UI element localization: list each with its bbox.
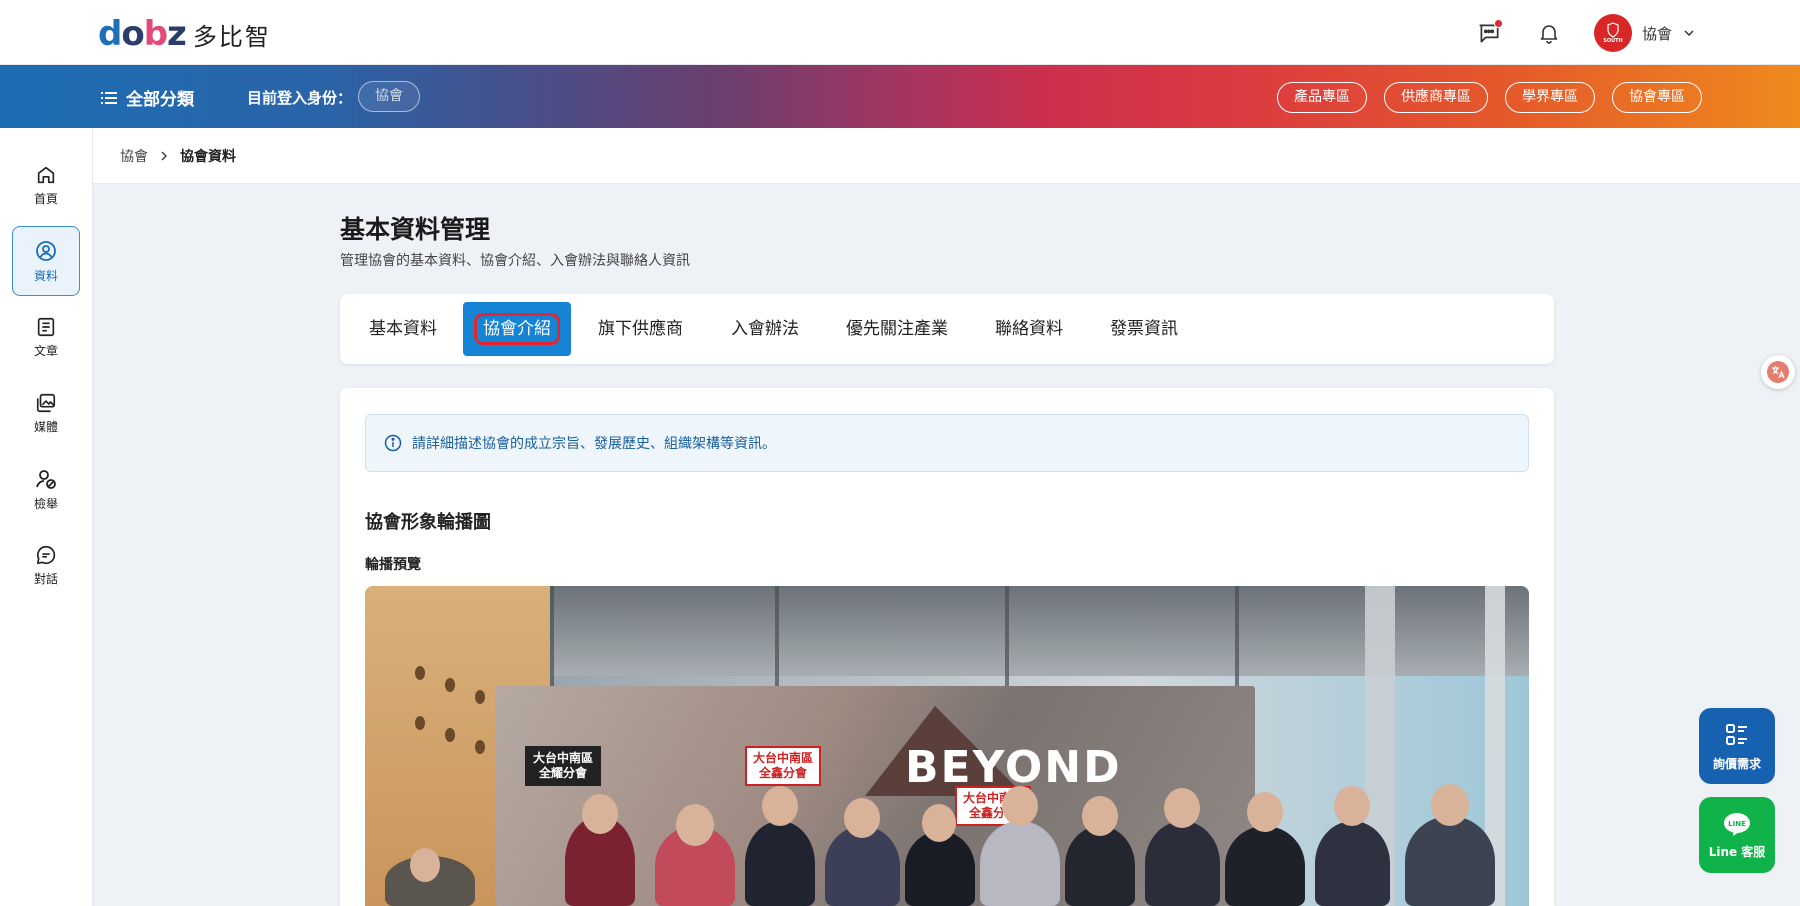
avatar: SOUTH [1593, 14, 1632, 52]
report-user-icon [36, 469, 56, 489]
section-title: 協會形象輪播圖 [365, 512, 491, 533]
line-support-button[interactable]: LINE Line 客服 [1699, 797, 1775, 873]
home-icon [37, 166, 55, 183]
login-identity-label: 目前登入身份： [247, 89, 353, 107]
zone-academia-button[interactable]: 學界專區 [1505, 82, 1595, 113]
chat-icon [36, 545, 56, 564]
document-icon [37, 317, 55, 336]
tab-association-intro[interactable]: 協會介紹 [463, 302, 571, 356]
zone-association-button[interactable]: 協會專區 [1612, 82, 1702, 113]
line-chat-icon: LINE [1724, 812, 1750, 836]
info-text: 請詳細描述協會的成立宗旨、發展歷史、組織架構等資訊。 [412, 436, 776, 452]
user-name: 協會 [1641, 24, 1672, 43]
info-icon [384, 434, 402, 452]
list-grid-icon [1726, 723, 1747, 745]
breadcrumb-parent[interactable]: 協會 [120, 146, 148, 166]
user-circle-icon [36, 240, 56, 261]
inquiry-button[interactable]: 詢價需求 [1699, 708, 1775, 784]
tab-basic-info[interactable]: 基本資料 [349, 302, 457, 356]
tab-priority-industries[interactable]: 優先關注產業 [826, 302, 968, 356]
category-bar: 全部分類 目前登入身份： 協會 產品專區 供應商專區 學界專區 協會專區 [0, 65, 1800, 128]
sidebar: 首頁 資料 文章 媒體 檢舉 對話 [0, 128, 93, 906]
translate-button[interactable] [1761, 355, 1795, 389]
content-card: 請詳細描述協會的成立宗旨、發展歷史、組織架構等資訊。 協會形象輪播圖 輪播預覽 … [340, 388, 1554, 906]
media-icon [36, 393, 56, 412]
unread-dot [1493, 19, 1503, 28]
sidebar-item-media[interactable]: 媒體 [12, 378, 80, 448]
section-subtitle: 輪播預覽 [365, 557, 421, 573]
zone-products-button[interactable]: 產品專區 [1277, 82, 1367, 113]
line-support-label: Line 客服 [1708, 844, 1766, 859]
zone-suppliers-button[interactable]: 供應商專區 [1384, 82, 1488, 113]
message-icon[interactable] [1474, 18, 1504, 48]
sidebar-item-chat[interactable]: 對話 [12, 530, 80, 600]
svg-text:LINE: LINE [1728, 820, 1746, 828]
sidebar-item-profile[interactable]: 資料 [12, 226, 80, 296]
logo-mark: dobz [98, 14, 187, 54]
tab-membership[interactable]: 入會辦法 [711, 302, 819, 356]
sidebar-item-report[interactable]: 檢舉 [12, 454, 80, 524]
list-icon [101, 91, 117, 104]
inquiry-label: 詢價需求 [1712, 756, 1761, 771]
brand-logo[interactable]: dobz 多比智 [98, 14, 271, 54]
all-categories-label: 全部分類 [126, 90, 194, 110]
info-banner: 請詳細描述協會的成立宗旨、發展歷史、組織架構等資訊。 [365, 414, 1529, 472]
chevron-down-icon [1684, 30, 1694, 37]
bell-icon[interactable] [1534, 18, 1564, 48]
page-title: 基本資料管理 [340, 215, 491, 244]
sidebar-item-home[interactable]: 首頁 [12, 150, 80, 220]
translate-icon [1767, 361, 1789, 383]
tab-contacts[interactable]: 聯絡資料 [975, 302, 1083, 356]
logo-text: 多比智 [192, 22, 271, 51]
highlight-ring [474, 313, 560, 345]
tab-invoice[interactable]: 發票資訊 [1090, 302, 1198, 356]
page-subtitle: 管理協會的基本資料、協會介紹、入會辦法與聯絡人資訊 [340, 253, 690, 269]
login-role-chip: 協會 [358, 81, 420, 112]
header-actions: SOUTH 協會 [1474, 12, 1696, 54]
breadcrumb: 協會 協會資料 [93, 128, 1800, 184]
tab-bar: 基本資料 協會介紹 旗下供應商 入會辦法 優先關注產業 聯絡資料 發票資訊 [340, 294, 1554, 364]
tab-suppliers[interactable]: 旗下供應商 [578, 302, 703, 356]
all-categories-button[interactable]: 全部分類 [100, 85, 194, 110]
crowd [365, 756, 1529, 906]
sidebar-item-articles[interactable]: 文章 [12, 302, 80, 372]
user-menu[interactable]: SOUTH 協會 [1593, 14, 1696, 52]
top-header: dobz 多比智 SOUTH 協會 [0, 0, 1800, 65]
carousel-preview-image[interactable]: BEYOND 大台中南區 全耀分會 大台中南區 全鑫分會 大台中南區 全鑫分會 [365, 586, 1529, 906]
chevron-right-icon [161, 150, 168, 161]
zone-links: 產品專區 供應商專區 學界專區 協會專區 [1277, 82, 1702, 113]
breadcrumb-current: 協會資料 [180, 148, 236, 165]
